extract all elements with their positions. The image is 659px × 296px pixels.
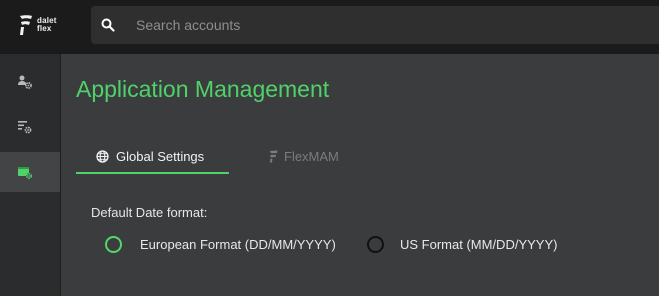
sidebar-item-app-management[interactable] <box>0 152 60 192</box>
list-gear-icon <box>18 121 32 134</box>
app-settings-icon <box>18 167 33 180</box>
users-gear-icon <box>18 75 32 89</box>
tab-global-settings[interactable]: Global Settings <box>76 140 229 174</box>
us-format-label: US Format (MM/DD/YYYY) <box>400 237 558 252</box>
main-content: Application Management Global Settings F… <box>61 54 659 296</box>
sidebar-item-users[interactable] <box>0 62 60 102</box>
sidebar <box>0 54 61 296</box>
search-input[interactable] <box>136 6 636 44</box>
search-box[interactable] <box>91 6 659 44</box>
tab-global-settings-label: Global Settings <box>116 148 205 164</box>
european-format-label: European Format (DD/MM/YYYY) <box>140 237 336 252</box>
tab-flexmam-label: FlexMAM <box>284 148 339 164</box>
logo-text-line2: flex <box>37 24 52 33</box>
logo-text: dalet flex <box>37 17 57 33</box>
european-format-radio[interactable] <box>105 236 122 253</box>
flex-logo-icon <box>20 15 32 35</box>
us-format-option[interactable]: US Format (MM/DD/YYYY) <box>367 236 557 253</box>
tab-flexmam[interactable]: FlexMAM <box>269 140 339 172</box>
top-bar: dalet flex <box>0 0 659 54</box>
flex-logo-icon <box>269 150 278 163</box>
european-format-option[interactable]: European Format (DD/MM/YYYY) <box>105 236 336 253</box>
page-title: Application Management <box>76 76 330 102</box>
search-icon <box>101 18 115 32</box>
dalet-flex-logo[interactable]: dalet flex <box>18 12 66 38</box>
globe-icon <box>96 149 109 163</box>
tab-bar: Global Settings FlexMAM <box>76 140 376 174</box>
sidebar-item-lists[interactable] <box>0 107 60 147</box>
us-format-radio[interactable] <box>367 236 384 253</box>
date-format-label: Default Date format: <box>91 205 208 220</box>
